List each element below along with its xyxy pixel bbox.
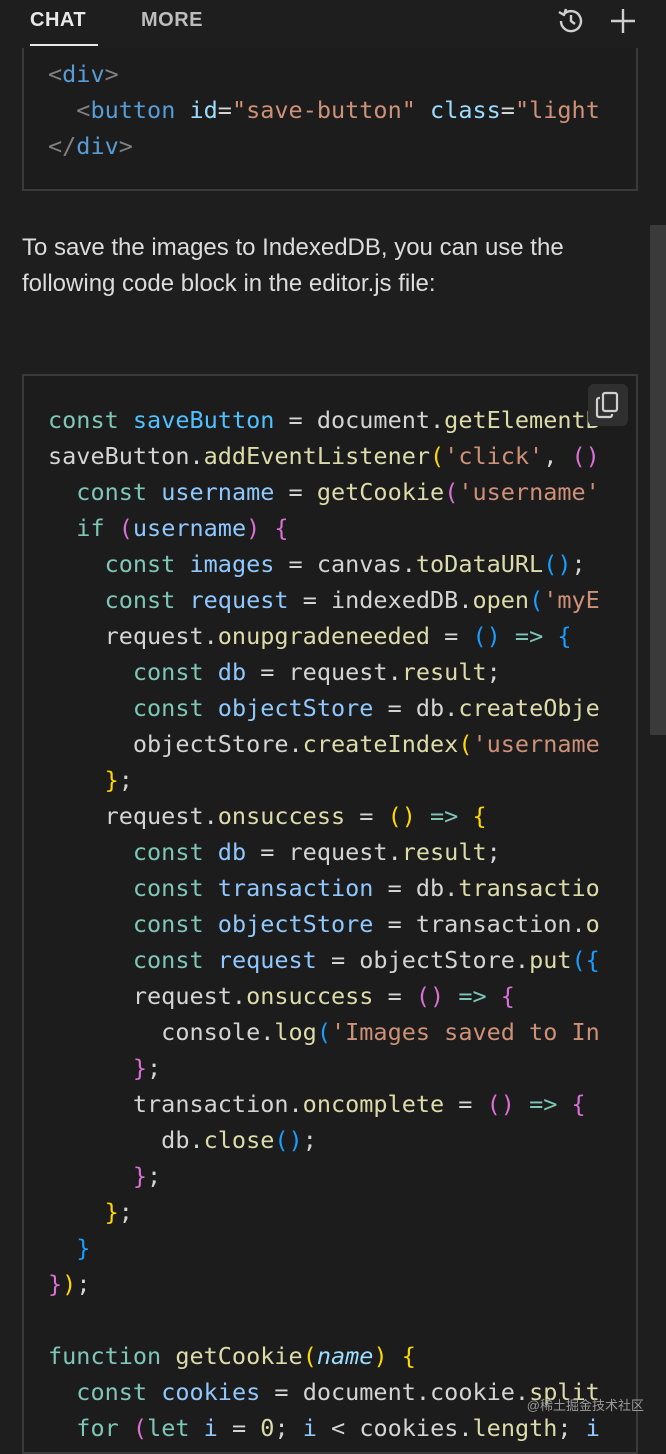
top-bar: CHAT MORE bbox=[0, 0, 666, 48]
history-icon[interactable] bbox=[556, 6, 586, 36]
plus-icon[interactable] bbox=[608, 6, 638, 36]
js-code-block: const saveButton = document.getElementB … bbox=[22, 374, 638, 1454]
html-code-block: <div> <button id="save-button" class="li… bbox=[22, 48, 638, 191]
scrollbar-thumb[interactable] bbox=[650, 225, 666, 735]
tab-more[interactable]: MORE bbox=[141, 8, 203, 46]
html-code-text: <div> <button id="save-button" class="li… bbox=[48, 56, 600, 164]
js-code-text: const saveButton = document.getElementB … bbox=[48, 402, 600, 1446]
tab-chat-underline bbox=[30, 44, 98, 46]
copy-code-button[interactable] bbox=[588, 384, 628, 426]
assistant-message-text: To save the images to IndexedDB, you can… bbox=[22, 230, 642, 302]
watermark: @稀土掘金技术社区 bbox=[527, 1395, 644, 1414]
copy-icon bbox=[595, 391, 621, 419]
tab-chat[interactable]: CHAT bbox=[30, 8, 86, 46]
